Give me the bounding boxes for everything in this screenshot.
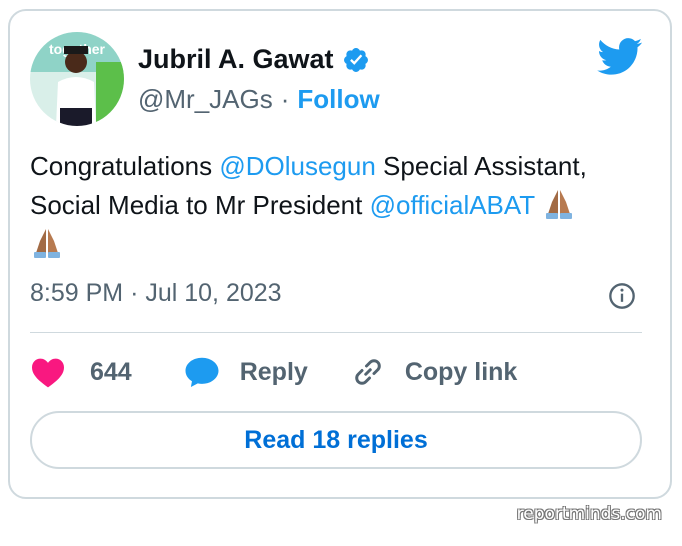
timestamp-separator: ·: [130, 279, 139, 307]
tweet-date: Jul 10, 2023: [145, 279, 282, 307]
mention-link[interactable]: @officialABAT: [370, 190, 535, 220]
tweet-actions: 644 Reply Copy link: [30, 354, 517, 390]
tweet-text: Congratulations @DOlusegun Special Assis…: [30, 147, 650, 264]
folded-hands-emoji-icon: [34, 229, 60, 258]
author-name[interactable]: Jubril A. Gawat: [138, 44, 334, 75]
reply-bubble-icon: [185, 357, 219, 387]
divider: [30, 332, 642, 333]
tweet-time: 8:59 PM: [30, 279, 124, 307]
folded-hands-emoji-icon: [545, 190, 572, 219]
link-icon: [355, 359, 381, 385]
copy-link-button[interactable]: Copy link: [350, 354, 518, 390]
copy-link-label: Copy link: [404, 357, 518, 386]
tweet-timestamp[interactable]: 8:59 PM · Jul 10, 2023: [30, 279, 282, 308]
tweet-card: together Jubril A. Gawat @Mr_JAGs · Foll…: [8, 9, 672, 499]
mention-link[interactable]: @DOlusegun: [219, 151, 375, 181]
handle-separator: ·: [280, 84, 290, 114]
twitter-bird-icon[interactable]: [597, 38, 643, 76]
reply-label: Reply: [239, 357, 308, 386]
avatar[interactable]: together: [30, 32, 124, 126]
author-name-row: Jubril A. Gawat: [138, 44, 370, 75]
tweet-text-part: Congratulations: [30, 151, 220, 181]
verified-badge-icon: [343, 47, 368, 72]
info-icon[interactable]: [608, 282, 636, 310]
like-count: 644: [90, 357, 132, 386]
author-handle-row: @Mr_JAGs · Follow: [138, 84, 380, 115]
like-button[interactable]: 644: [30, 356, 132, 388]
watermark: reportminds.com: [516, 504, 662, 524]
follow-button[interactable]: Follow: [297, 84, 379, 115]
reply-button[interactable]: Reply: [184, 355, 308, 389]
heart-icon: [32, 358, 64, 388]
read-replies-button[interactable]: Read 18 replies: [30, 411, 642, 469]
author-handle[interactable]: @Mr_JAGs: [138, 84, 273, 115]
